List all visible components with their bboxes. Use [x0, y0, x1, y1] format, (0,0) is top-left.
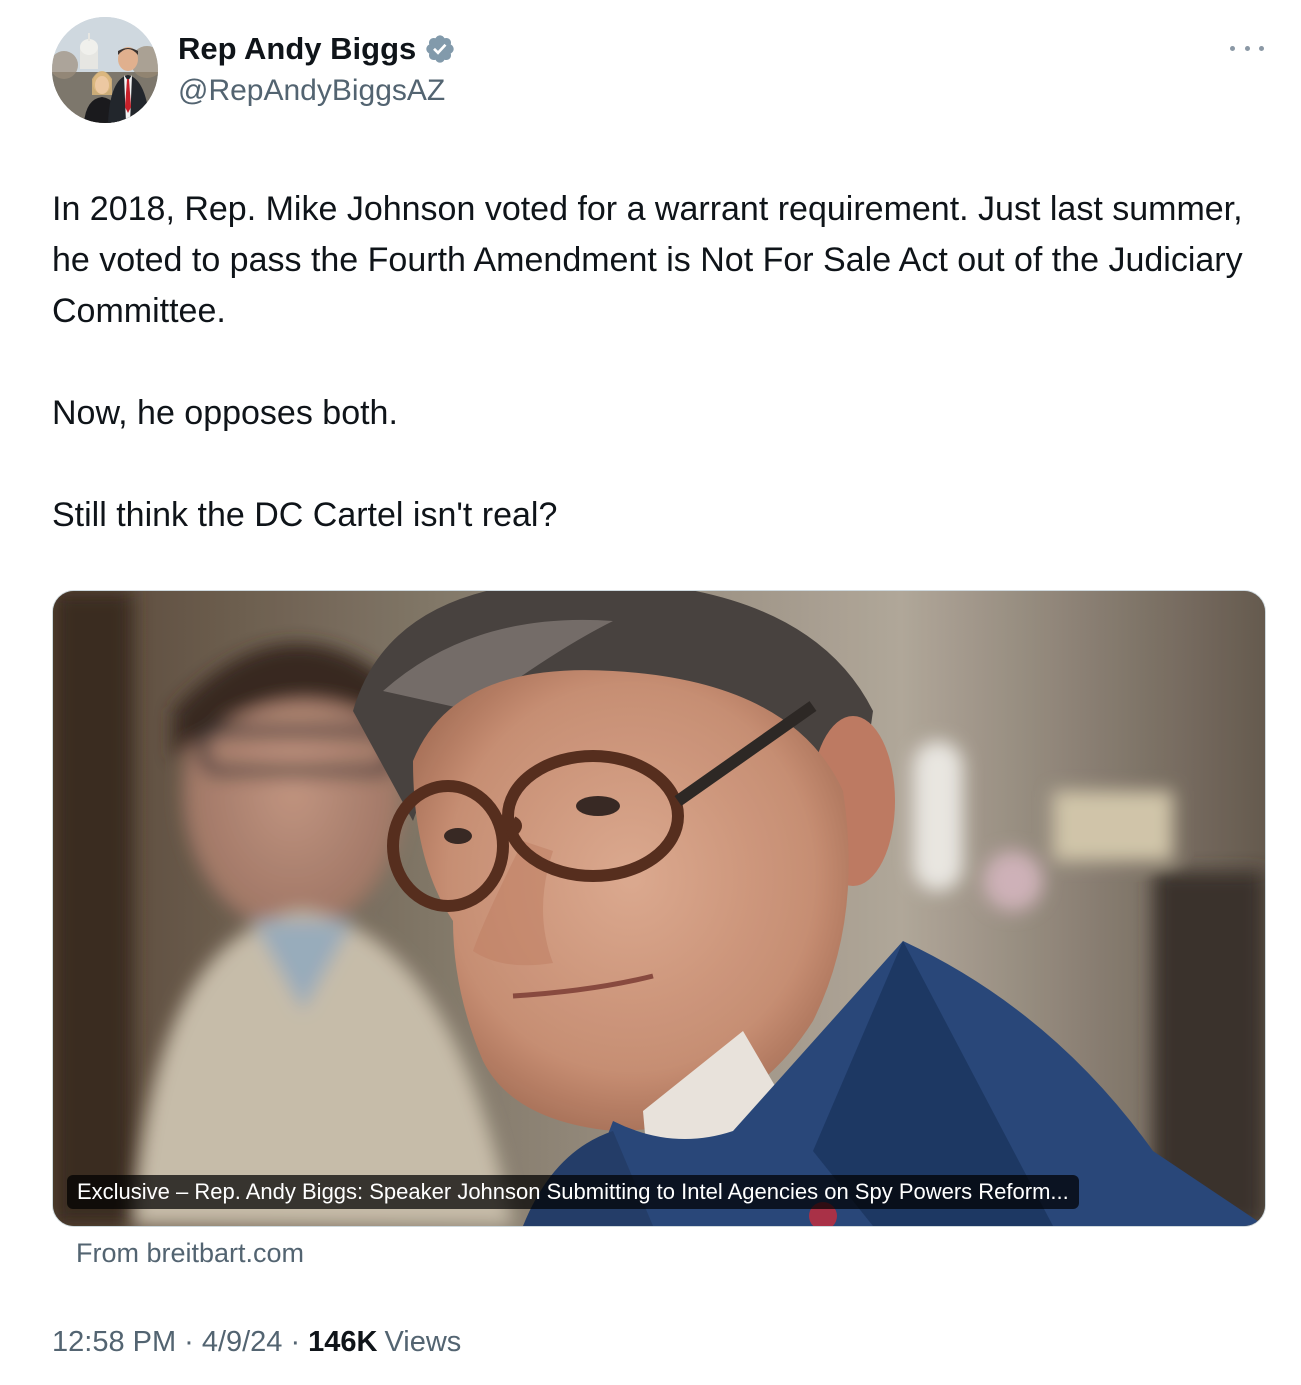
- link-card-source[interactable]: From breitbart.com: [76, 1236, 304, 1270]
- tweet-paragraph: In 2018, Rep. Mike Johnson voted for a w…: [52, 190, 1243, 330]
- author-handle[interactable]: @RepAndyBiggsAZ: [178, 72, 445, 110]
- more-horizontal-icon[interactable]: [1230, 34, 1264, 62]
- link-card-caption: Exclusive – Rep. Andy Biggs: Speaker Joh…: [67, 1175, 1079, 1209]
- tweet-time[interactable]: 12:58 PM: [52, 1322, 176, 1362]
- more-dot: [1244, 45, 1250, 51]
- tweet-meta: 12:58 PM · 4/9/24 · 146K Views: [52, 1322, 461, 1362]
- verified-badge-icon[interactable]: [424, 33, 456, 65]
- views-label: Views: [384, 1326, 462, 1358]
- link-card[interactable]: Exclusive – Rep. Andy Biggs: Speaker Joh…: [52, 590, 1266, 1227]
- meta-separator: ·: [184, 1326, 194, 1358]
- tweet-paragraph: Still think the DC Cartel isn't real?: [52, 496, 558, 534]
- tweet-date[interactable]: 4/9/24: [202, 1322, 283, 1362]
- tweet-paragraph: Now, he opposes both.: [52, 394, 398, 432]
- more-dot: [1230, 45, 1235, 51]
- meta-separator: ·: [290, 1326, 301, 1358]
- author-name-row: Rep Andy Biggs: [178, 30, 456, 68]
- tweet: Rep Andy Biggs @RepAndyBiggsAZ In 2018, …: [0, 0, 1301, 1385]
- views-count[interactable]: 146K: [308, 1322, 377, 1362]
- link-card-image: [53, 591, 1265, 1226]
- more-dot: [1259, 45, 1264, 51]
- author-avatar[interactable]: [52, 17, 158, 123]
- avatar-photo: [52, 17, 158, 123]
- tweet-text: In 2018, Rep. Mike Johnson voted for a w…: [52, 184, 1252, 541]
- author-display-name[interactable]: Rep Andy Biggs: [178, 30, 416, 68]
